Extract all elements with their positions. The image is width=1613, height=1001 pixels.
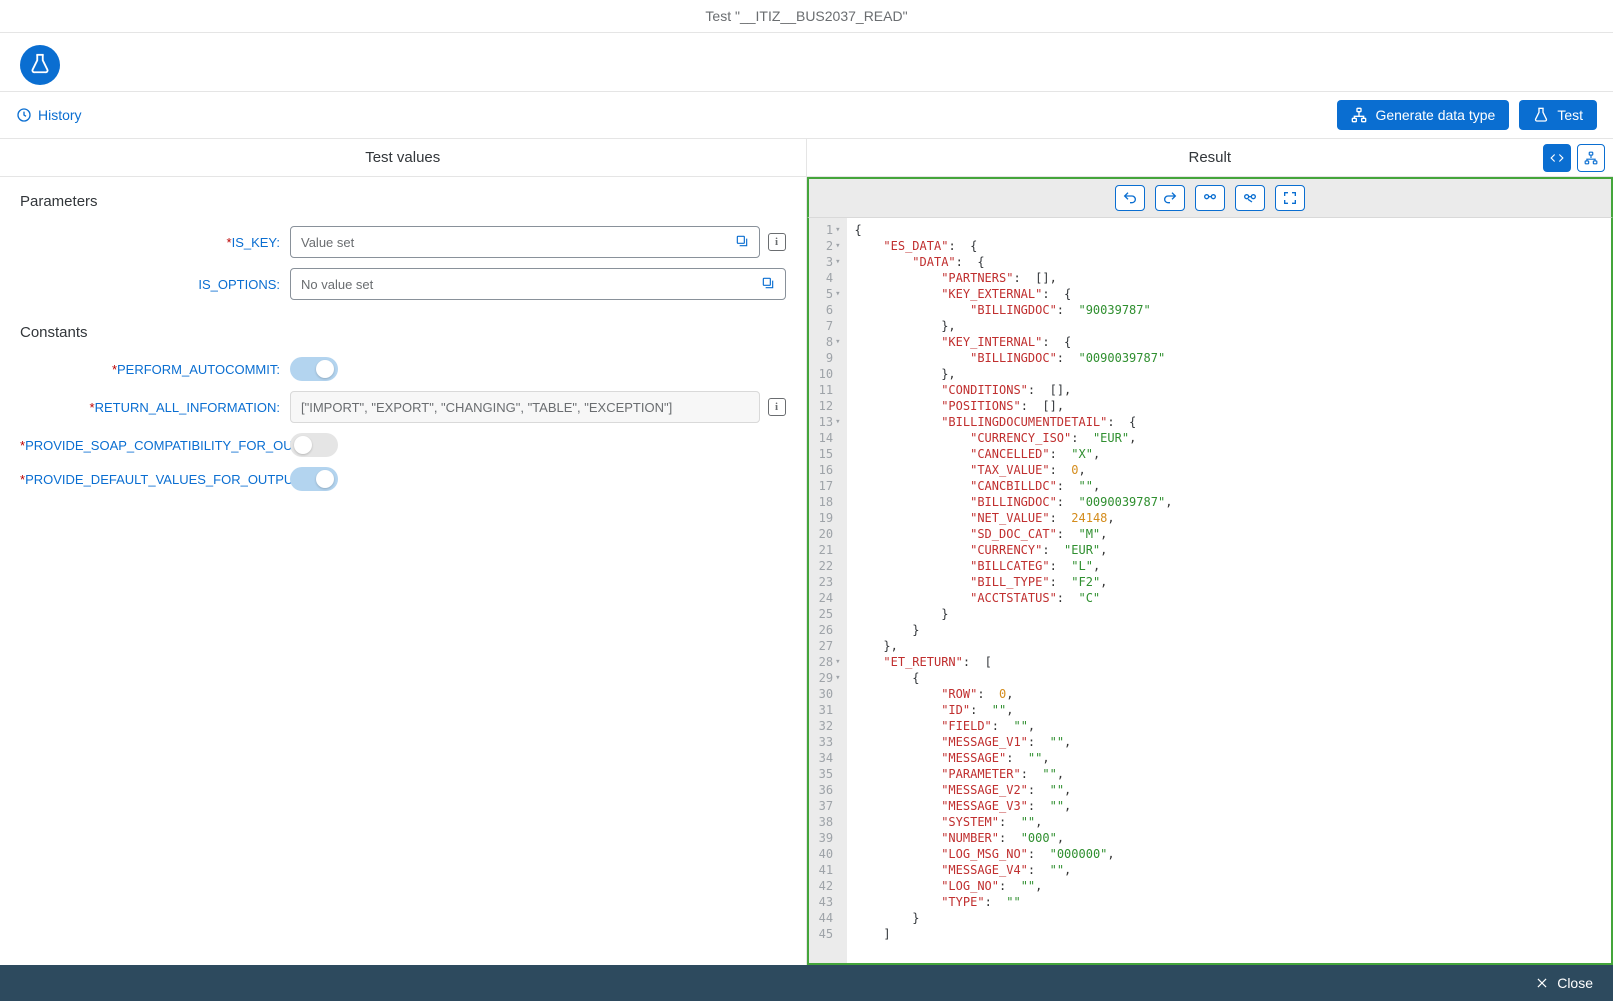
- close-icon: [1535, 976, 1549, 990]
- row-provide-default: *PROVIDE_DEFAULT_VALUES_FOR_OUTPUT:: [20, 467, 786, 491]
- window-title: Test "__ITIZ__BUS2037_READ": [0, 0, 1613, 33]
- toggle-provide-default[interactable]: [290, 467, 338, 491]
- label-is-options: IS_OPTIONS:: [20, 277, 290, 292]
- find-button[interactable]: [1195, 185, 1225, 211]
- value-help-icon[interactable]: [735, 234, 749, 251]
- label-provide-default: *PROVIDE_DEFAULT_VALUES_FOR_OUTPUT:: [20, 472, 290, 487]
- row-return-all-information: *RETURN_ALL_INFORMATION: ["IMPORT", "EXP…: [20, 391, 786, 423]
- main: Test values Parameters *IS_KEY: Value se…: [0, 139, 1613, 965]
- constants-title: Constants: [20, 324, 786, 341]
- toggle-perform-autocommit[interactable]: [290, 357, 338, 381]
- row-provide-soap: *PROVIDE_SOAP_COMPATIBILITY_FOR_OU...: [20, 433, 786, 457]
- left-panel: Test values Parameters *IS_KEY: Value se…: [0, 139, 807, 965]
- result-header: Result: [807, 139, 1613, 177]
- header-strip: [0, 33, 1613, 92]
- flask-icon: [29, 53, 51, 75]
- value-help-icon[interactable]: [761, 276, 775, 293]
- redo-button[interactable]: [1155, 185, 1185, 211]
- history-label: History: [38, 107, 82, 123]
- footer: Close: [0, 965, 1613, 1001]
- info-icon[interactable]: i: [768, 233, 786, 251]
- flask-icon: [1533, 107, 1549, 123]
- test-button[interactable]: Test: [1519, 100, 1597, 130]
- generate-data-type-button[interactable]: Generate data type: [1337, 100, 1509, 130]
- info-icon[interactable]: i: [768, 398, 786, 416]
- tree-icon: [1351, 107, 1367, 123]
- history-icon: [16, 107, 32, 123]
- input-is-key[interactable]: Value set: [290, 226, 760, 258]
- label-perform-autocommit: *PERFORM_AUTOCOMMIT:: [20, 362, 290, 377]
- test-tab-icon[interactable]: [20, 45, 60, 85]
- input-is-options[interactable]: No value set: [290, 268, 786, 300]
- label-provide-soap: *PROVIDE_SOAP_COMPATIBILITY_FOR_OU...: [20, 438, 290, 453]
- label-is-key: *IS_KEY:: [20, 235, 290, 250]
- label-return-all-information: *RETURN_ALL_INFORMATION:: [20, 400, 290, 415]
- test-values-header: Test values: [0, 139, 806, 177]
- replace-button[interactable]: [1235, 185, 1265, 211]
- toggle-provide-soap[interactable]: [290, 433, 338, 457]
- input-return-all-information[interactable]: ["IMPORT", "EXPORT", "CHANGING", "TABLE"…: [290, 391, 760, 423]
- code-area[interactable]: { "ES_DATA": { "DATA": { "PARTNERS": [],…: [847, 218, 1612, 963]
- line-gutter: 1▾2▾3▾4 5▾6 7 8▾9 10 11 12 13▾14 15 16 1…: [809, 218, 847, 963]
- editor-toolbar: [807, 177, 1613, 218]
- right-panel: Result 1▾2▾3▾4 5▾6 7 8▾9 10 11 12 13▾14 …: [807, 139, 1613, 965]
- json-editor[interactable]: 1▾2▾3▾4 5▾6 7 8▾9 10 11 12 13▾14 15 16 1…: [807, 218, 1613, 965]
- row-is-key: *IS_KEY: Value set i: [20, 226, 786, 258]
- tree-view-button[interactable]: [1577, 144, 1605, 172]
- fullscreen-button[interactable]: [1275, 185, 1305, 211]
- row-perform-autocommit: *PERFORM_AUTOCOMMIT:: [20, 357, 786, 381]
- code-view-button[interactable]: [1543, 144, 1571, 172]
- row-is-options: IS_OPTIONS: No value set: [20, 268, 786, 300]
- close-button[interactable]: Close: [1535, 975, 1593, 991]
- toolbar: History Generate data type Test: [0, 92, 1613, 139]
- parameters-title: Parameters: [20, 193, 786, 210]
- undo-button[interactable]: [1115, 185, 1145, 211]
- history-link[interactable]: History: [16, 107, 82, 123]
